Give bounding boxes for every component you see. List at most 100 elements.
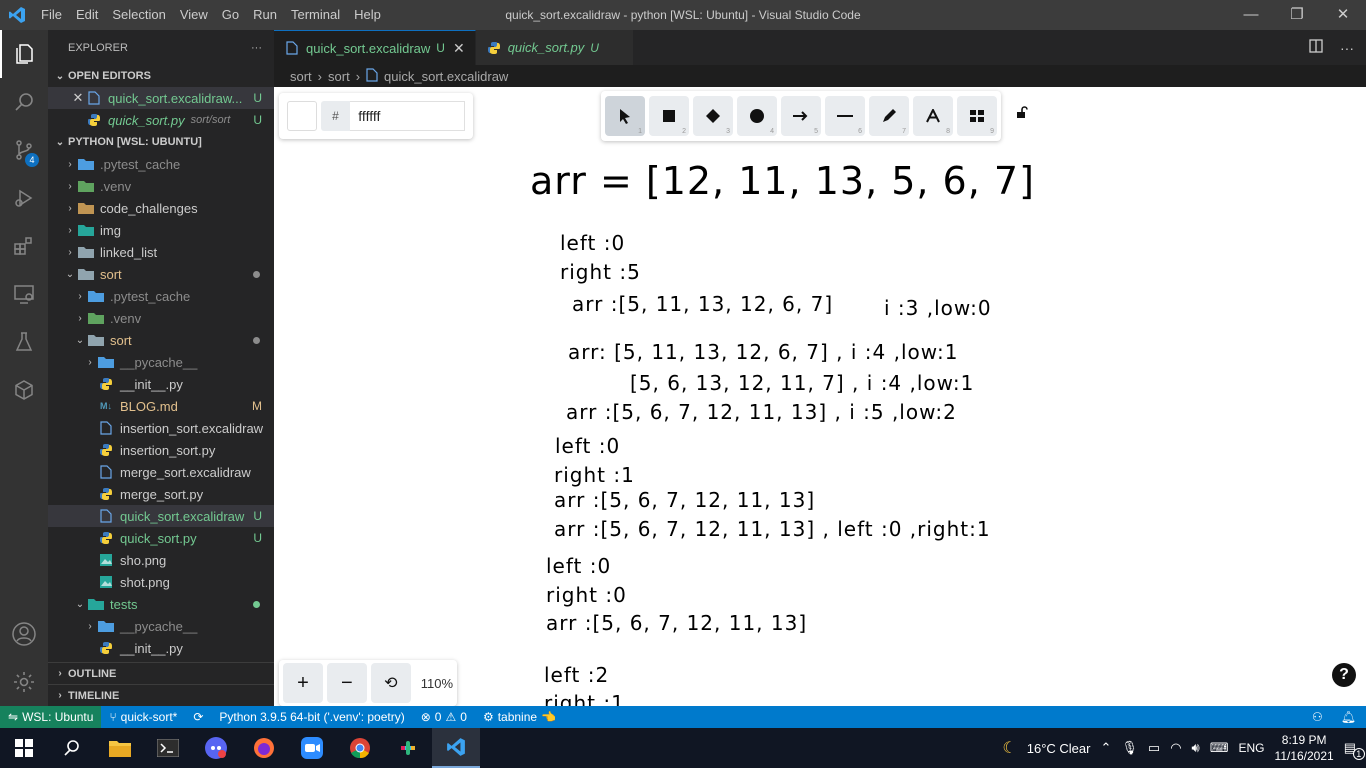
discord-icon[interactable] [192, 728, 240, 768]
lock-icon[interactable] [1016, 105, 1028, 121]
notifications-bell-icon[interactable]: 🔔︎ [1341, 710, 1356, 724]
tree-file[interactable]: merge_sort.excalidraw [48, 461, 274, 483]
tree-folder[interactable]: › .venv [48, 307, 274, 329]
language-indicator[interactable]: ENG [1239, 741, 1265, 755]
tree-folder[interactable]: › .pytest_cache [48, 153, 274, 175]
tree-file[interactable]: merge_sort.py [48, 483, 274, 505]
menu-go[interactable]: Go [215, 0, 246, 30]
chevron-up-icon[interactable]: ⌃ [1100, 740, 1111, 756]
weather-label[interactable]: 16°C Clear [1027, 741, 1091, 756]
more-actions-icon[interactable]: ··· [1340, 40, 1354, 56]
tree-folder[interactable]: › __pycache__ [48, 351, 274, 373]
docker-icon[interactable] [0, 366, 48, 414]
start-button-icon[interactable] [0, 728, 48, 768]
testing-icon[interactable] [0, 318, 48, 366]
file-explorer-icon[interactable] [96, 728, 144, 768]
menu-selection[interactable]: Selection [105, 0, 172, 30]
menu-terminal[interactable]: Terminal [284, 0, 347, 30]
extensions-icon[interactable] [0, 222, 48, 270]
clock[interactable]: 8:19 PM 11/16/2021 [1275, 732, 1334, 764]
source-control-icon[interactable]: 4 [0, 126, 48, 174]
workspace-section[interactable]: ⌄ PYTHON [WSL: UBUNTU] [48, 131, 274, 153]
breadcrumb-item[interactable]: sort [290, 69, 312, 84]
manage-gear-icon[interactable] [0, 658, 48, 706]
python-interpreter[interactable]: Python 3.9.5 64-bit ('.venv': poetry) [219, 710, 404, 724]
restore-button[interactable]: ❐ [1274, 0, 1320, 30]
tree-folder[interactable]: ⌄ sort [48, 263, 274, 285]
split-editor-icon[interactable] [1308, 38, 1324, 57]
firefox-icon[interactable] [240, 728, 288, 768]
search-taskbar-icon[interactable] [48, 728, 96, 768]
terminal-icon[interactable] [144, 728, 192, 768]
sync-icon[interactable]: ⟳ [193, 710, 203, 724]
tree-folder[interactable]: ⌄ tests [48, 593, 274, 615]
arrow-tool[interactable]: 5 [781, 96, 821, 136]
tree-file[interactable]: M↓ BLOG.md M [48, 395, 274, 417]
tree-file[interactable]: __init__.py [48, 637, 274, 659]
keyboard-icon[interactable]: ⌨ [1210, 740, 1229, 756]
tree-file[interactable]: insertion_sort.excalidraw [48, 417, 274, 439]
explorer-more-icon[interactable]: ··· [251, 42, 262, 54]
excalidraw-canvas[interactable]: # ffffff 1 2 3 4 5 6 7 8 9 arr = [12, 11… [274, 87, 1366, 706]
color-hex-input[interactable]: ffffff [350, 101, 465, 131]
tree-folder[interactable]: › img [48, 219, 274, 241]
tree-file[interactable]: quick_sort.py U [48, 527, 274, 549]
account-icon[interactable] [0, 610, 48, 658]
tree-folder[interactable]: › code_challenges [48, 197, 274, 219]
open-editor-item[interactable]: quick_sort.py sort/sort U [48, 109, 274, 131]
zoom-app-icon[interactable] [288, 728, 336, 768]
git-branch[interactable]: ⑂ quick-sort* [109, 710, 177, 724]
tab-quick-sort-py[interactable]: quick_sort.py U [475, 30, 634, 65]
tab-quick-sort-excalidraw[interactable]: quick_sort.excalidraw U ✕ [274, 30, 476, 65]
reset-zoom-button[interactable]: ⟲ [370, 663, 411, 703]
tree-folder[interactable]: › .venv [48, 175, 274, 197]
tree-folder[interactable]: › __pycache__ [48, 615, 274, 637]
rectangle-tool[interactable]: 2 [649, 96, 689, 136]
battery-icon[interactable]: ▭ [1148, 740, 1160, 756]
close-icon[interactable]: ✕ [70, 90, 86, 106]
wifi-icon[interactable]: ◠ [1170, 740, 1181, 756]
tree-file[interactable]: sho.png [48, 549, 274, 571]
tree-file[interactable]: insertion_sort.py [48, 439, 274, 461]
remote-indicator[interactable]: ⇋ WSL: Ubuntu [0, 706, 102, 728]
feedback-icon[interactable]: ⚇ [1312, 710, 1323, 724]
tree-folder[interactable]: › linked_list [48, 241, 274, 263]
run-debug-icon[interactable] [0, 174, 48, 222]
close-window-button[interactable]: ✕ [1320, 0, 1366, 30]
tab-close-icon[interactable]: ✕ [453, 40, 465, 57]
color-swatch[interactable] [287, 101, 317, 131]
explorer-icon[interactable] [0, 30, 48, 78]
vscode-taskbar-icon[interactable] [432, 728, 480, 768]
menu-file[interactable]: File [34, 0, 69, 30]
tree-file-selected[interactable]: quick_sort.excalidraw U [48, 505, 274, 527]
open-editors-section[interactable]: ⌄ OPEN EDITORS [48, 65, 274, 87]
volume-icon[interactable]: 🔊︎ [1192, 740, 1200, 756]
menu-edit[interactable]: Edit [69, 0, 105, 30]
chrome-icon[interactable] [336, 728, 384, 768]
notification-center-icon[interactable]: ▤ 1 [1344, 740, 1365, 760]
library-tool[interactable]: 9 [957, 96, 997, 136]
ellipse-tool[interactable]: 4 [737, 96, 777, 136]
menu-run[interactable]: Run [246, 0, 284, 30]
tabnine-status[interactable]: ⚙ tabnine 👈 [483, 710, 556, 724]
help-button[interactable]: ? [1332, 663, 1356, 687]
search-icon[interactable] [0, 78, 48, 126]
draw-tool[interactable]: 7 [869, 96, 909, 136]
line-tool[interactable]: 6 [825, 96, 865, 136]
text-tool[interactable]: 8 [913, 96, 953, 136]
selection-tool[interactable]: 1 [605, 96, 645, 136]
timeline-section[interactable]: › TIMELINE [48, 684, 274, 706]
tree-file[interactable]: __init__.py [48, 373, 274, 395]
zoom-out-button[interactable]: − [326, 663, 367, 703]
menu-view[interactable]: View [173, 0, 215, 30]
zoom-in-button[interactable]: + [283, 663, 323, 703]
open-editor-item[interactable]: ✕ quick_sort.excalidraw... U [48, 87, 274, 109]
remote-explorer-icon[interactable] [0, 270, 48, 318]
microphone-icon[interactable]: 🎙︎ [1121, 740, 1138, 756]
diamond-tool[interactable]: 3 [693, 96, 733, 136]
menu-help[interactable]: Help [347, 0, 388, 30]
breadcrumb-item[interactable]: quick_sort.excalidraw [384, 69, 508, 84]
tree-folder[interactable]: ⌄ sort [48, 329, 274, 351]
slack-icon[interactable] [384, 728, 432, 768]
tree-file[interactable]: shot.png [48, 571, 274, 593]
